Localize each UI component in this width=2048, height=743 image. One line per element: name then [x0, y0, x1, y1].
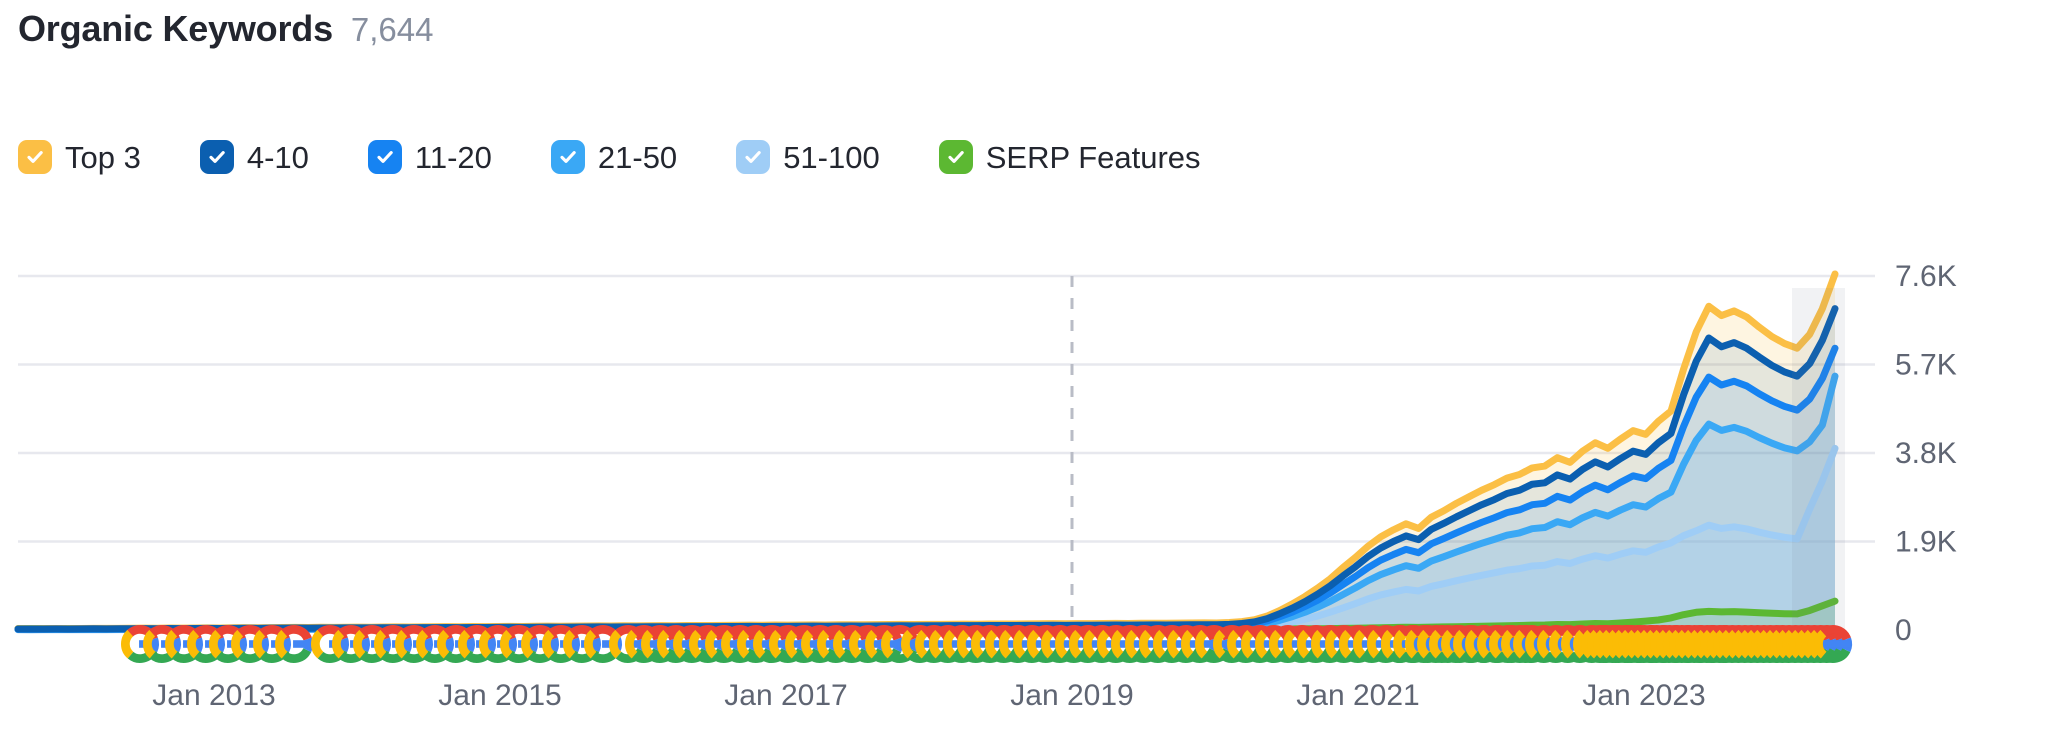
chart-canvas[interactable]: 01.9K3.8K5.7K7.6KJan 2013 Jan 2015 Jan 201…: [0, 186, 2048, 743]
x-axis-tick-label: Jan 2013: [152, 679, 275, 712]
legend-51-100[interactable]: 51-100: [736, 140, 880, 174]
series-legend: Top 3 4-10 11-20 21-50 51-100 SERP Features: [18, 140, 1201, 174]
x-axis-tick-label: Jan 2021: [1296, 679, 1419, 712]
y-axis-tick-label: 5.7K: [1895, 348, 1957, 381]
legend-serp-features[interactable]: SERP Features: [938, 139, 1201, 175]
y-axis-tick-label: 7.6K: [1895, 260, 1957, 293]
x-axis-tick-label: Jan 2015: [438, 679, 561, 712]
organic-keywords-widget: Organic Keywords 7,644 Top 3 4-10 11-20 21-…: [0, 0, 2048, 743]
organic-keywords-chart[interactable]: 0 1.9K 3.8K 5.7K 7.6K Jan 2013 Jan 2015 Jan 201…: [0, 186, 2048, 743]
widget-header: Organic Keywords 7,644: [18, 6, 434, 51]
legend-21-50[interactable]: 21-50: [550, 139, 678, 175]
legend-11-20[interactable]: 11-20: [367, 139, 492, 175]
google-update-markers[interactable]: [121, 625, 1853, 663]
checkbox-checked-icon[interactable]: [199, 140, 234, 174]
x-axis-labels: Jan 2013 Jan 2015 Jan 2017 Jan 2019 Jan 2021…: [152, 679, 1705, 712]
checkbox-checked-icon[interactable]: [550, 140, 585, 174]
legend-item-label: 11-20: [414, 139, 492, 175]
legend-top-3[interactable]: Top 3: [18, 140, 141, 174]
y-axis-tick-label: 0: [1895, 614, 1912, 647]
y-axis-labels: 0 1.9K 3.8K 5.7K 7.6K: [1895, 260, 1957, 647]
chart-right-shaded-band: [1792, 288, 1845, 650]
x-axis-tick-label: Jan 2017: [724, 679, 847, 712]
legend-item-label: 21-50: [597, 139, 678, 175]
y-axis-tick-label: 3.8K: [1895, 437, 1957, 470]
x-axis-tick-label: Jan 2019: [1010, 679, 1133, 712]
checkbox-checked-icon[interactable]: [736, 140, 771, 174]
page-title: Organic Keywords: [18, 8, 333, 49]
x-axis-tick-label: Jan 2023: [1582, 679, 1705, 712]
checkbox-checked-icon[interactable]: [367, 140, 402, 174]
legend-item-label: Top 3: [65, 139, 141, 175]
legend-4-10[interactable]: 4-10: [199, 139, 309, 175]
y-axis-tick-label: 1.9K: [1895, 525, 1957, 558]
legend-item-label: 4-10: [246, 139, 309, 175]
keyword-count: 7,644: [350, 11, 434, 48]
checkbox-checked-icon[interactable]: [938, 140, 973, 174]
legend-item-label: SERP Features: [985, 139, 1201, 175]
legend-item-label: 51-100: [783, 139, 880, 175]
checkbox-checked-icon[interactable]: [18, 140, 52, 174]
